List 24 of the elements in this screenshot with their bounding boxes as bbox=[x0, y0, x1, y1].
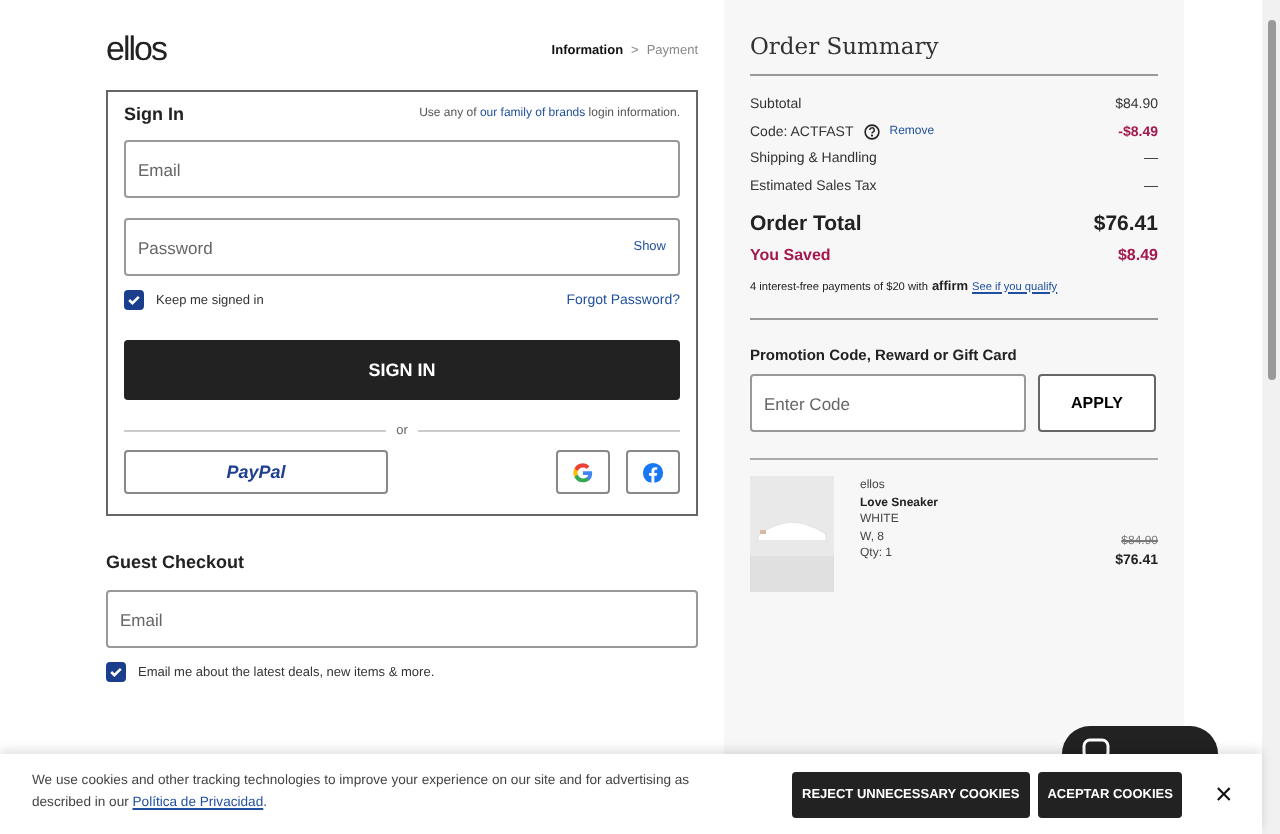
saved-label: You Saved bbox=[750, 246, 831, 264]
help-icon bbox=[863, 124, 880, 141]
close-button[interactable]: × bbox=[1206, 777, 1241, 811]
saved-value: $8.49 bbox=[1117, 246, 1158, 264]
logo[interactable]: ellos bbox=[106, 30, 166, 70]
apply-button[interactable]: APPLY bbox=[1038, 374, 1156, 432]
summary-title: Order Summary bbox=[750, 32, 941, 60]
google-icon bbox=[572, 461, 594, 483]
sign-in-button[interactable]: SIGN IN bbox=[124, 340, 680, 400]
promo-code-field[interactable]: Enter Code bbox=[750, 374, 1026, 432]
google-button[interactable] bbox=[556, 450, 610, 494]
total-value: $76.41 bbox=[1093, 212, 1158, 236]
scrollbar[interactable] bbox=[1262, 0, 1280, 834]
section-title: Guest Checkout bbox=[106, 552, 247, 572]
email-field[interactable]: Email bbox=[106, 590, 698, 648]
total-label: Order Total bbox=[750, 212, 862, 236]
email-field[interactable]: Email bbox=[124, 140, 680, 198]
chat-button[interactable] bbox=[1062, 726, 1218, 754]
section-title: Sign In bbox=[124, 104, 184, 124]
checkbox[interactable] bbox=[124, 290, 144, 310]
paypal-button[interactable]: PayPal bbox=[124, 450, 388, 494]
facebook-button[interactable] bbox=[626, 450, 680, 494]
facebook-icon bbox=[642, 461, 664, 483]
checkbox[interactable] bbox=[106, 662, 126, 682]
